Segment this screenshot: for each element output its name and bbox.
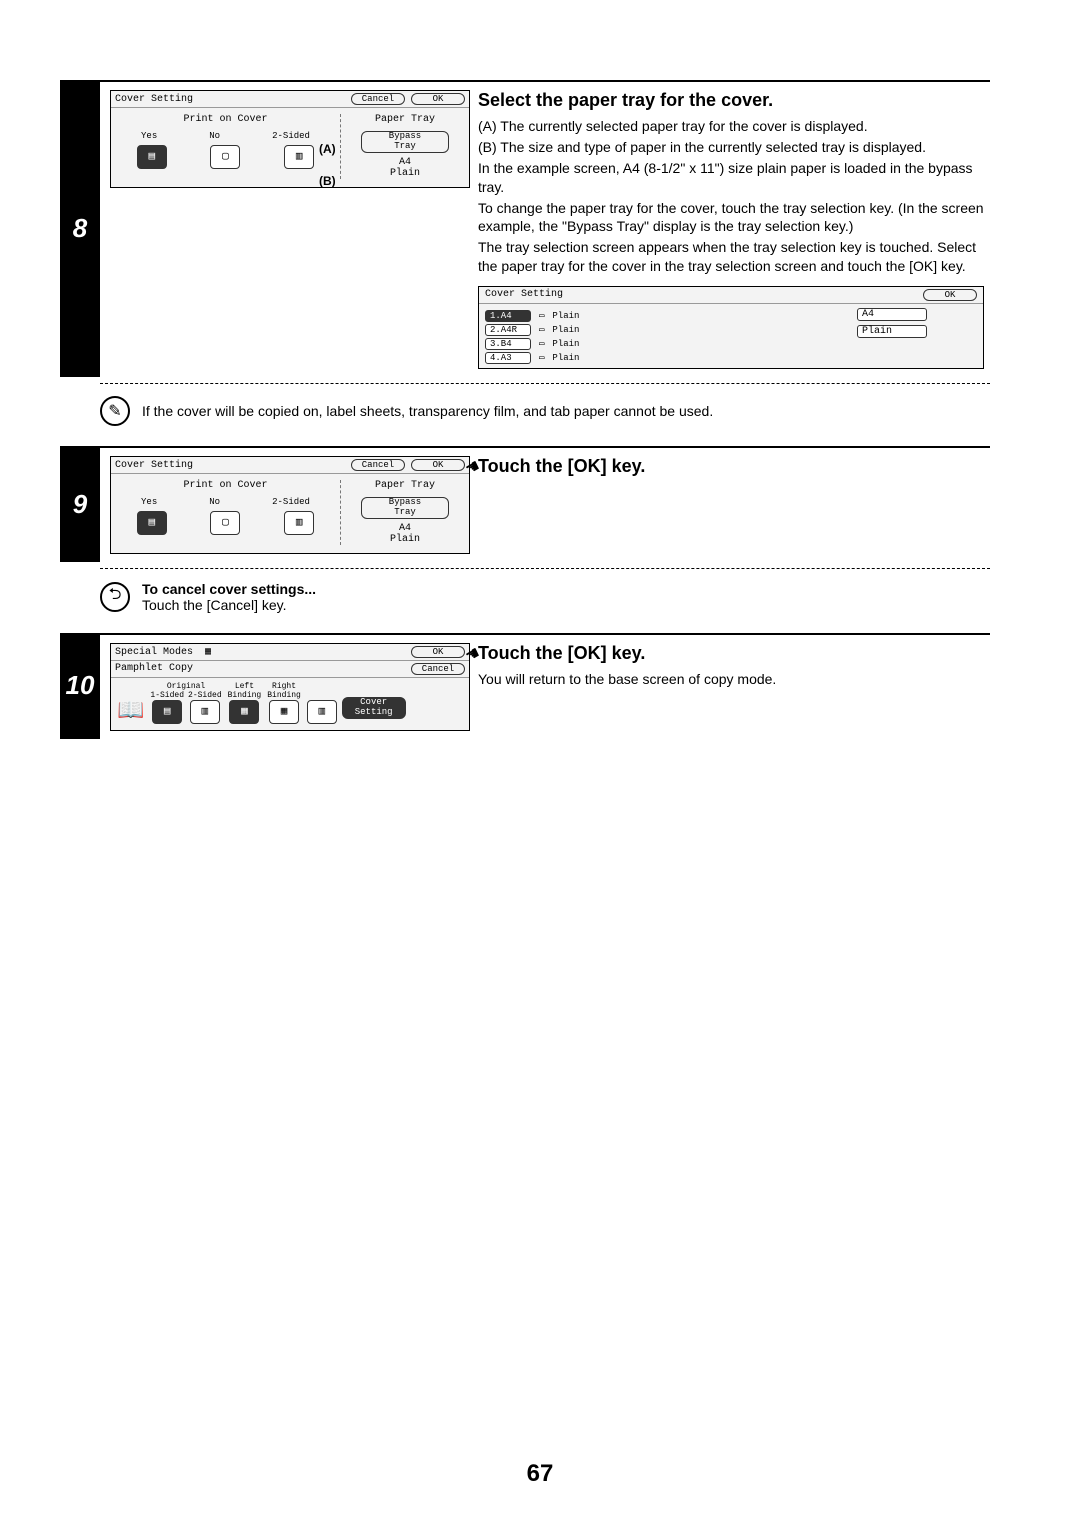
pamphlet-illustration-icon: 📖: [117, 698, 144, 724]
tray-row-1[interactable]: 1.A4▭ Plain: [485, 310, 857, 322]
callout-b: (B): [319, 174, 336, 188]
tray-side-type[interactable]: Plain: [857, 325, 927, 338]
two-sided-label: 2-Sided: [272, 131, 310, 141]
paper-tray-label: Paper Tray: [345, 114, 465, 125]
step-8: 8 Cover Setting Cancel OK Print on Cover: [60, 80, 990, 377]
page-number: 67: [0, 1460, 1080, 1488]
desc-1: In the example screen, A4 (8-1/2" x 11")…: [478, 159, 984, 197]
step-number: 9: [60, 446, 100, 562]
special-modes-screen: Special Modes ▦ OK ☚ Pamphlet Copy Cance…: [110, 643, 470, 731]
tray-row-2[interactable]: 2.A4R▭ Plain: [485, 324, 857, 336]
ok-button[interactable]: OK: [411, 459, 465, 471]
yes-button[interactable]: ▤: [137, 145, 167, 169]
tray-side-size[interactable]: A4: [857, 308, 927, 321]
lcd-title: Cover Setting: [115, 460, 193, 471]
one-sided-button[interactable]: ▤: [152, 700, 182, 724]
desc-a: (A) The currently selected paper tray fo…: [478, 117, 984, 136]
desc-3: The tray selection screen appears when t…: [478, 238, 984, 276]
cover-setting-screen-ok: Cover Setting Cancel OK ☚ Print on Cover…: [110, 456, 470, 554]
step-heading: Touch the [OK] key.: [478, 456, 984, 477]
yes-label: Yes: [141, 131, 157, 141]
no-button[interactable]: ▢: [210, 145, 240, 169]
cancel-button[interactable]: Cancel: [411, 663, 465, 675]
cover-setting-button[interactable]: Cover Setting: [342, 697, 406, 719]
tray-row-4[interactable]: 4.A3▭ Plain: [485, 352, 857, 364]
callout-a: (A): [319, 142, 336, 156]
pencil-note-icon: ✎: [100, 396, 130, 426]
print-on-cover-label: Print on Cover: [115, 114, 336, 125]
step-content: Cover Setting Cancel OK Print on Cover Y…: [100, 80, 990, 377]
cancel-button[interactable]: Cancel: [351, 93, 405, 105]
step-content: Cover Setting Cancel OK ☚ Print on Cover…: [100, 446, 990, 562]
bypass-tray-button[interactable]: Bypass Tray: [361, 497, 449, 519]
tray-selection-screen: Cover Setting OK 1.A4▭ Plain 2.A4R▭ Plai…: [478, 286, 984, 369]
cover-setting-screen: Cover Setting Cancel OK Print on Cover Y…: [110, 90, 470, 188]
step-number: 10: [60, 633, 100, 739]
left-binding-button[interactable]: ▦: [229, 700, 259, 724]
lcd-title: Cover Setting: [115, 94, 193, 105]
note-text: If the cover will be copied on, label sh…: [142, 403, 713, 419]
tray-icon: ▥: [307, 700, 337, 724]
bypass-tray-button[interactable]: Bypass Tray: [361, 131, 449, 153]
separator: [100, 383, 990, 384]
desc-2: To change the paper tray for the cover, …: [478, 199, 984, 237]
step-content: Special Modes ▦ OK ☚ Pamphlet Copy Cance…: [100, 633, 990, 739]
desc-b: (B) The size and type of paper in the cu…: [478, 138, 984, 157]
step-9: 9 Cover Setting Cancel OK ☚ Print on Co: [60, 446, 990, 562]
cancel-note-row: ⮌ To cancel cover settings... Touch the …: [60, 575, 990, 617]
step-heading: Select the paper tray for the cover.: [478, 90, 984, 111]
two-sided-button[interactable]: ▥: [284, 511, 314, 535]
two-sided-button[interactable]: ▥: [284, 145, 314, 169]
cancel-text: Touch the [Cancel] key.: [142, 597, 286, 613]
ok-button[interactable]: OK: [411, 93, 465, 105]
right-binding-button[interactable]: ▦: [269, 700, 299, 724]
separator: [100, 568, 990, 569]
paper-size-label: A4: [345, 157, 465, 168]
tray-ok-button[interactable]: OK: [923, 289, 977, 301]
step-number: 8: [60, 80, 100, 377]
tray-title: Cover Setting: [485, 289, 563, 301]
yes-button[interactable]: ▤: [137, 511, 167, 535]
no-label: No: [209, 131, 220, 141]
step-10: 10 Special Modes ▦ OK ☚ Pamphlet Copy Ca…: [60, 633, 990, 739]
step-text: You will return to the base screen of co…: [478, 670, 984, 689]
step-heading: Touch the [OK] key.: [478, 643, 984, 664]
ok-button[interactable]: OK: [411, 646, 465, 658]
paper-type-label: Plain: [345, 168, 465, 179]
note-row: ✎ If the cover will be copied on, label …: [60, 390, 990, 430]
no-button[interactable]: ▢: [210, 511, 240, 535]
two-sided-button[interactable]: ▥: [190, 700, 220, 724]
back-arrow-icon: ⮌: [100, 582, 130, 612]
cancel-heading: To cancel cover settings...: [142, 581, 316, 597]
tray-row-3[interactable]: 3.B4▭ Plain: [485, 338, 857, 350]
cancel-button[interactable]: Cancel: [351, 459, 405, 471]
